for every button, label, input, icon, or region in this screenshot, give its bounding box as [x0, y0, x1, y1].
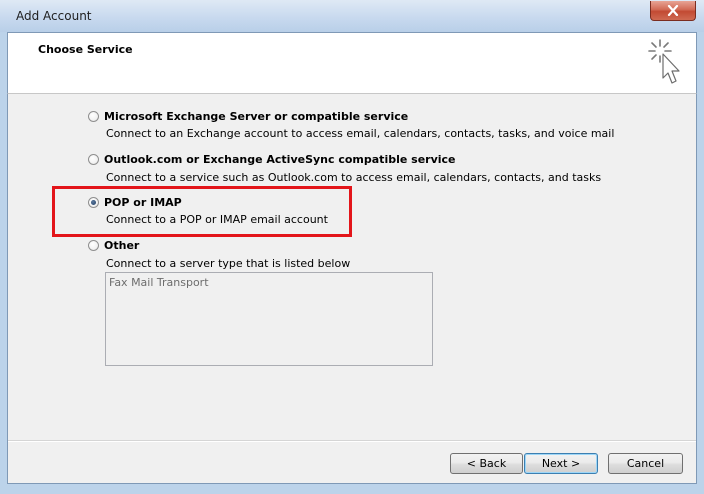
radio-outlook-com-description: Connect to a service such as Outlook.com… — [106, 171, 602, 184]
radio-exchange-label: Microsoft Exchange Server or compatible … — [104, 110, 409, 123]
radio-exchange-description: Connect to an Exchange account to access… — [106, 127, 615, 140]
title-bar: Add Account — [0, 0, 704, 32]
radio-outlook-com-button[interactable] — [88, 154, 99, 165]
page-title: Choose Service — [38, 43, 133, 56]
radio-other-label: Other — [104, 239, 140, 252]
radio-outlook-com[interactable]: Outlook.com or Exchange ActiveSync compa… — [88, 153, 456, 166]
radio-other-button[interactable] — [88, 240, 99, 251]
cursor-sparkle-icon — [648, 39, 680, 84]
dialog-header: Choose Service — [7, 32, 697, 94]
cancel-button[interactable]: Cancel — [608, 453, 683, 474]
radio-outlook-com-label: Outlook.com or Exchange ActiveSync compa… — [104, 153, 456, 166]
radio-exchange-button[interactable] — [88, 111, 99, 122]
highlight-box — [52, 186, 352, 237]
radio-exchange[interactable]: Microsoft Exchange Server or compatible … — [88, 110, 408, 123]
radio-other[interactable]: Other — [88, 239, 139, 252]
window-title: Add Account — [16, 9, 92, 23]
list-item[interactable]: Fax Mail Transport — [109, 276, 209, 289]
back-button[interactable]: < Back — [450, 453, 523, 474]
server-type-list[interactable]: Fax Mail Transport — [105, 272, 433, 366]
close-icon — [667, 5, 679, 16]
window-bottom-border — [0, 484, 704, 494]
radio-other-description: Connect to a server type that is listed … — [106, 257, 351, 270]
button-separator — [8, 440, 696, 442]
close-button[interactable] — [650, 1, 696, 21]
next-button[interactable]: Next > — [524, 453, 598, 474]
